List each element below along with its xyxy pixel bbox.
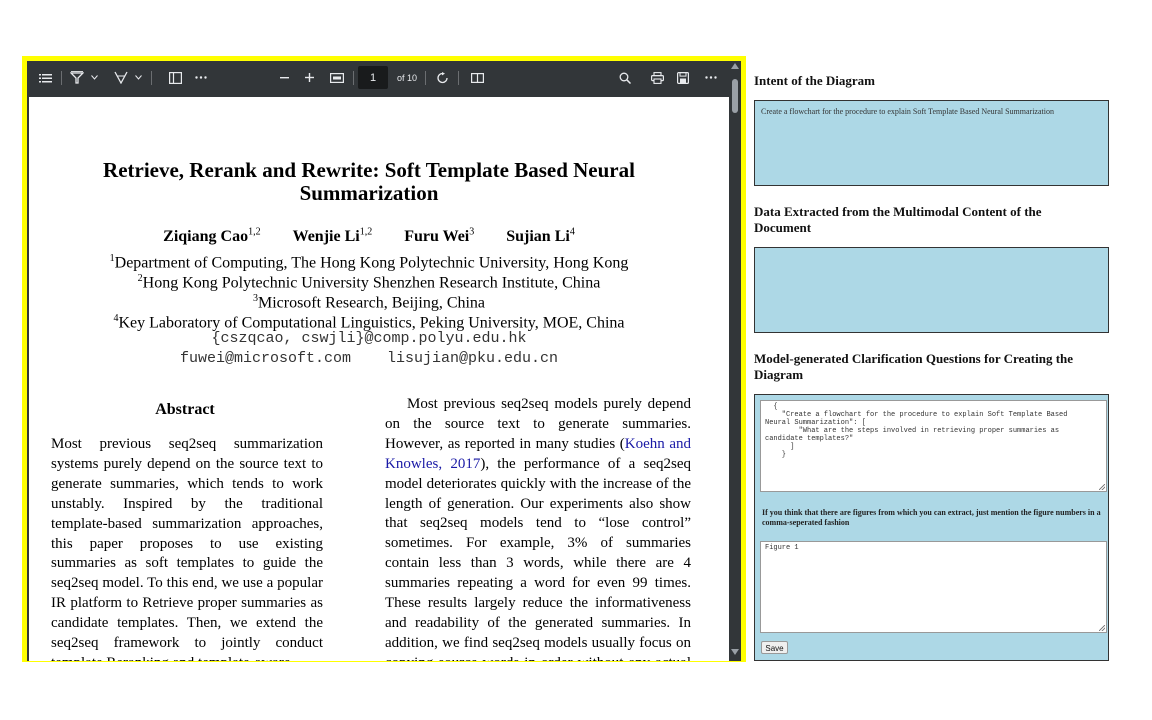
highlight-filter-icon[interactable] [69,61,85,94]
author-list: Ziqiang Cao1,2 Wenjie Li1,2 Furu Wei3 Su… [69,227,669,246]
chevron-down-icon[interactable] [133,61,143,94]
resize-grip-icon[interactable] [1099,484,1105,490]
introduction-text: Most previous seq2seq models purely depe… [385,396,692,661]
print-icon[interactable] [649,61,665,94]
rotate-icon[interactable] [435,61,451,94]
toolbar-divider [151,71,152,85]
figures-textarea[interactable]: Figure 1 [760,541,1107,633]
sidebar-toggle-icon[interactable] [167,61,183,94]
draw-pen-icon[interactable] [113,61,129,94]
author: Ziqiang Cao1,2 [163,227,261,246]
intent-box: Create a flowchart for the procedure to … [754,100,1109,186]
toolbar-divider [458,71,459,85]
search-icon[interactable] [617,61,633,94]
resize-grip-icon[interactable] [1099,625,1105,631]
abstract-heading: Abstract [155,401,215,418]
pdf-toolbar: 1 of 10 [27,61,729,94]
intent-title: Intent of the Diagram [754,73,875,88]
author: Furu Wei3 [404,227,475,246]
save-disk-icon[interactable] [675,61,691,94]
more-options-icon[interactable] [193,61,209,94]
scroll-down-arrow-icon[interactable] [731,649,739,655]
author: Wenjie Li1,2 [292,227,373,246]
page-number-input[interactable]: 1 [358,66,388,89]
chevron-down-icon[interactable] [89,61,99,94]
contents-menu-icon[interactable] [37,61,53,94]
questions-textarea[interactable]: { "Create a flowchart for the procedure … [760,400,1107,492]
author-email: {cszqcao, cswjli}@comp.polyu.edu.hk [211,330,527,347]
vertical-scrollbar[interactable] [729,61,741,661]
figures-label: If you think that there are figures from… [762,508,1101,527]
paper-title-line2: Summarization [299,181,439,205]
intent-text: Create a flowchart for the procedure to … [761,107,1054,116]
toolbar-divider [61,71,62,85]
scrollbar-thumb[interactable] [732,79,738,113]
more-actions-icon[interactable] [703,61,719,94]
save-button[interactable]: Save [761,641,788,654]
page-count-label: of 10 [397,72,418,83]
zoom-in-icon[interactable] [302,61,316,94]
data-extracted-box [754,247,1109,333]
scroll-up-arrow-icon[interactable] [731,63,739,69]
toolbar-divider [425,71,426,85]
paper-title: Retrieve, Rerank and Rewrite: Soft Templ… [69,159,669,205]
two-page-view-icon[interactable] [469,61,485,94]
author-email: fuwei@microsoft.com lisujian@pku.edu.cn [179,350,559,367]
toolbar-divider [353,71,354,85]
author: Sujian Li4 [506,227,575,246]
pdf-viewer: 1 of 10 Retrieve, Rerank and Rewrite: So… [27,61,741,661]
paper-title-line1: Retrieve, Rerank and Rewrite: Soft Templ… [103,158,635,182]
questions-title: Model-generated Clarification Questions … [754,351,1074,382]
pdf-page: Retrieve, Rerank and Rewrite: Soft Templ… [29,97,729,661]
fit-page-icon[interactable] [329,61,345,94]
pdf-viewer-frame: 1 of 10 Retrieve, Rerank and Rewrite: So… [22,56,746,662]
data-extracted-title: Data Extracted from the Multimodal Conte… [754,204,1042,235]
abstract-text: Most previous seq2seq summarization syst… [51,436,323,661]
zoom-out-icon[interactable] [277,61,291,94]
